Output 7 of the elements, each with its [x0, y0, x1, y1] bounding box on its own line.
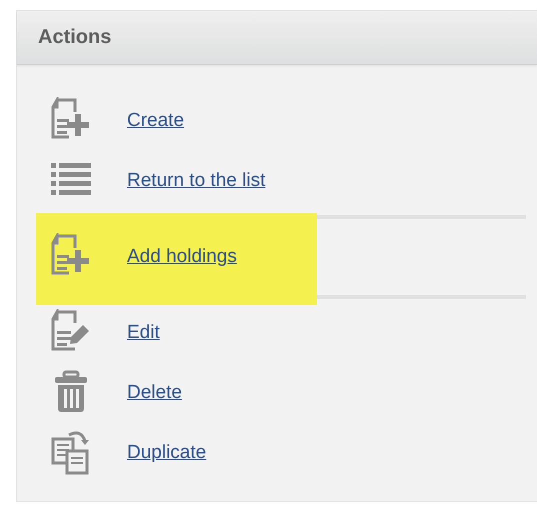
panel-title: Actions: [38, 26, 112, 49]
action-link[interactable]: Create: [127, 110, 184, 132]
action-link[interactable]: Add holdings: [127, 246, 237, 268]
action-link[interactable]: Edit: [127, 322, 160, 344]
action-link[interactable]: Delete: [127, 382, 182, 404]
action-link[interactable]: Duplicate: [127, 442, 206, 464]
action-link[interactable]: Return to the list: [127, 170, 266, 192]
